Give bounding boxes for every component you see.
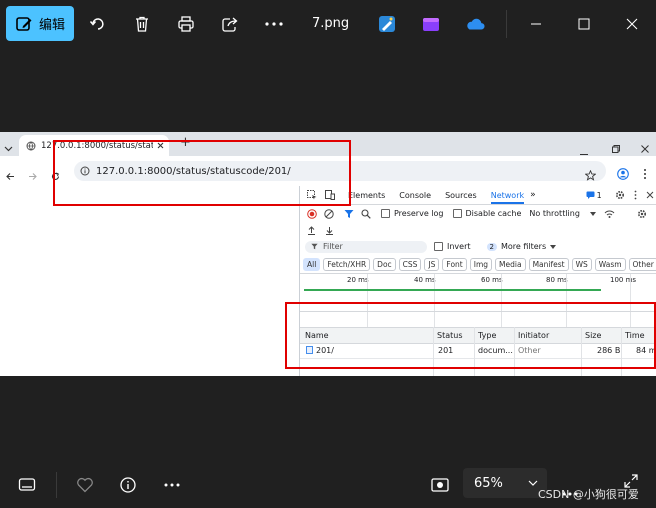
type-filter-wasm[interactable]: Wasm [594,257,626,271]
tab-elements[interactable]: Elements [348,191,385,200]
type-filter-fetch-xhr[interactable]: Fetch/XHR [323,257,371,271]
preserve-log-checkbox[interactable] [381,209,390,218]
type-filter-ws[interactable]: WS [571,257,592,271]
resource-type-filters: All Fetch/XHR Doc CSS JS Font Img Media … [300,257,656,271]
timeline-tick: 20 ms [347,276,369,284]
viewer-toolbar: 编辑 7.png [0,0,656,48]
minimize-icon[interactable] [524,12,548,36]
record-stop-icon[interactable] [307,208,317,219]
type-filter-media[interactable]: Media [495,257,526,271]
import-har-icon[interactable] [307,225,316,235]
timeline-tick: 40 ms [414,276,436,284]
tab-console[interactable]: Console [399,191,431,200]
type-filter-doc[interactable]: Doc [373,257,396,271]
forward-icon[interactable] [28,166,37,185]
back-icon[interactable] [6,166,15,185]
bottom-divider [56,472,57,498]
type-filter-js[interactable]: JS [424,257,440,271]
throttling-select[interactable]: No throttling [529,209,580,218]
annotation-box-url [53,140,351,206]
disable-cache-label: Disable cache [465,209,522,218]
bookmark-star-icon[interactable] [584,166,597,185]
clear-icon[interactable] [324,208,334,219]
browser-menu-icon[interactable] [643,165,647,184]
export-har-icon[interactable] [325,226,334,235]
type-filter-img[interactable]: Img [469,257,493,271]
filter-icon[interactable] [344,209,354,219]
preserve-log-label: Preserve log [394,209,444,218]
browser-close-icon[interactable] [641,138,649,157]
more-filters-button[interactable]: More filters [501,242,546,251]
maximize-icon[interactable] [572,12,596,36]
search-icon[interactable] [361,208,371,219]
filmstrip-icon[interactable] [16,474,38,496]
import-export-row [300,223,656,237]
tab-sources[interactable]: Sources [445,191,477,200]
chevron-down-icon [589,211,596,216]
network-settings-icon[interactable] [637,209,647,219]
invert-label: Invert [447,242,471,251]
disable-cache-checkbox[interactable] [452,209,462,218]
type-filter-all[interactable]: All [303,257,321,271]
toolbar-divider [506,10,507,38]
file-name: 7.png [312,16,350,31]
image-editor-app-icon[interactable] [377,14,397,34]
type-filter-font[interactable]: Font [442,257,467,271]
share-icon[interactable] [220,14,240,34]
chevron-down-icon [550,244,557,249]
edit-icon [16,16,32,31]
timeline-request-bar [304,289,601,291]
info-icon[interactable] [117,474,139,496]
filter-funnel-icon [311,243,318,250]
chevron-down-icon [528,480,538,486]
network-conditions-icon[interactable] [604,209,615,219]
network-toolbar: Preserve log Disable cache No throttling [300,205,656,222]
more-filters-badge: 2 [486,242,497,251]
onedrive-icon[interactable] [465,14,485,34]
clipchamp-app-icon[interactable] [421,14,441,34]
edit-label: 编辑 [39,18,66,33]
zoom-select[interactable]: 65% [463,468,547,498]
tab-search-icon[interactable] [4,138,13,157]
type-filter-css[interactable]: CSS [398,257,422,271]
print-icon[interactable] [176,14,196,34]
fit-to-window-icon[interactable] [429,474,451,496]
devtools-close-icon[interactable] [646,191,654,199]
issues-icon[interactable] [586,191,595,199]
watermark-text: CSDN @小狗很可爱 [538,488,639,501]
delete-icon[interactable] [132,14,152,34]
filter-row: Filter Invert 2 More filters [300,239,656,254]
devtools-menu-icon[interactable] [634,190,637,200]
close-icon[interactable] [620,12,644,36]
timeline-tick: 80 ms [546,276,568,284]
edit-button[interactable]: 编辑 [6,6,74,41]
tab-network[interactable]: Network [490,191,525,204]
globe-icon [26,141,36,151]
profile-avatar-icon[interactable] [617,165,629,184]
devtools-settings-icon[interactable] [615,190,625,200]
zoom-value: 65% [474,475,503,491]
invert-checkbox[interactable] [434,242,443,251]
type-filter-manifest[interactable]: Manifest [528,257,569,271]
favorite-icon[interactable] [74,474,96,496]
more-options-icon[interactable] [264,14,284,34]
more-tabs-icon[interactable]: » [530,190,536,200]
timeline-tick: 60 ms [481,276,503,284]
timeline-tick: 100 ms [610,276,637,284]
filter-input[interactable]: Filter [305,240,427,253]
issues-count: 1 [596,190,602,200]
filter-placeholder: Filter [323,242,343,251]
type-filter-other[interactable]: Other [628,257,656,271]
devtools-tab-row: Elements Console Sources Network » 1 [300,186,656,205]
annotation-box-response [285,302,656,369]
browser-restore-icon[interactable] [612,138,620,157]
bottom-more-icon[interactable] [161,474,183,496]
rotate-icon[interactable] [88,14,108,34]
